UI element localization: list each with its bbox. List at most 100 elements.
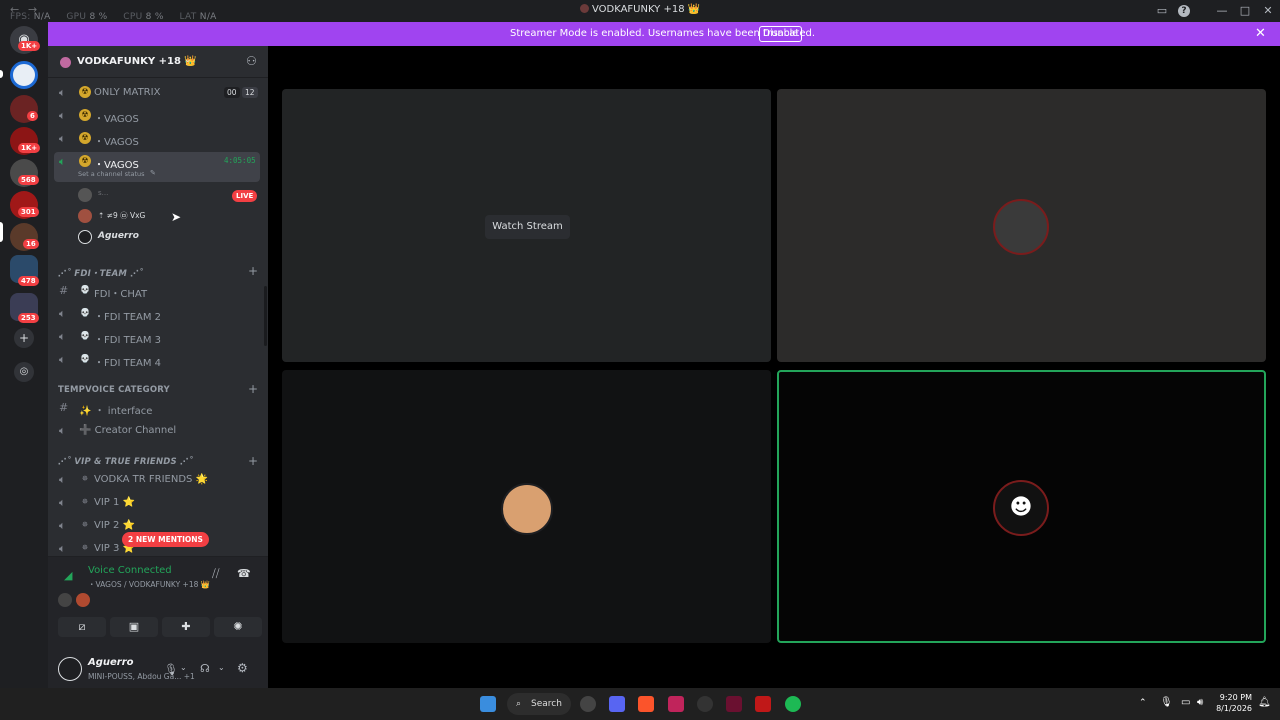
watch-stream-button[interactable]: Watch Stream bbox=[485, 215, 570, 239]
headphones-icon[interactable]: ☊ bbox=[200, 662, 210, 675]
disable-streamer-button[interactable]: Disable bbox=[759, 26, 802, 42]
gear-icon[interactable]: ⚙ bbox=[237, 661, 248, 675]
inbox-icon[interactable]: ▭ bbox=[1154, 3, 1170, 19]
discord-avatar-icon: ☻ bbox=[993, 480, 1049, 536]
windows-start-icon[interactable] bbox=[480, 696, 496, 712]
discover-icon[interactable]: ◎ bbox=[14, 362, 34, 382]
minimize-icon[interactable]: — bbox=[1214, 3, 1230, 19]
soundboard-button[interactable]: ✺ bbox=[214, 617, 262, 637]
sparkle-icon: ✵ bbox=[81, 497, 89, 506]
channel-label: ・VAGOS bbox=[94, 160, 139, 171]
noise-suppression-icon[interactable]: ⧸⧸ bbox=[212, 567, 219, 581]
close-window-icon[interactable]: ✕ bbox=[1260, 3, 1276, 19]
voice-channel[interactable]: 🔈︎ 💀 ・FDI TEAM 4 bbox=[54, 350, 260, 370]
speaker-icon: 🔈︎ bbox=[59, 132, 66, 145]
sparkle-icon: ✵ bbox=[81, 520, 89, 529]
text-channel[interactable]: # ✨ ・ interface bbox=[54, 398, 260, 418]
tray-chevron-icon[interactable]: ⌃ bbox=[1139, 698, 1147, 708]
speaker-icon: 🔈︎ bbox=[59, 496, 66, 509]
voice-channel[interactable]: 🔈︎ ☢ ・VAGOS bbox=[54, 106, 260, 126]
channel-label: VODKA TR FRIENDS 🌟 bbox=[94, 474, 208, 485]
voice-channel[interactable]: 🔈︎ ✵ VODKA TR FRIENDS 🌟 bbox=[54, 470, 260, 490]
sidebar-scrollbar[interactable] bbox=[264, 286, 267, 346]
chevron-down-icon[interactable]: ⌄ bbox=[218, 663, 225, 672]
server-badge: 478 bbox=[18, 276, 39, 286]
voice-channel[interactable]: 🔈︎ 💀 ・FDI TEAM 2 bbox=[54, 304, 260, 324]
add-channel-icon[interactable]: + bbox=[248, 264, 258, 278]
user-avatar[interactable] bbox=[58, 657, 82, 681]
speaker-icon: 🔈︎ bbox=[59, 86, 66, 99]
tray-network-icon[interactable]: ▭ bbox=[1181, 697, 1190, 708]
voice-channel[interactable]: 🔈︎ ✵ VIP 1 ⭐ bbox=[54, 493, 260, 513]
participant-avatar bbox=[501, 483, 553, 535]
chevron-down-icon[interactable]: ⌄ bbox=[184, 55, 192, 65]
new-mentions-pill[interactable]: 2 NEW MENTIONS bbox=[122, 532, 209, 547]
speaking-participant-tile[interactable]: ☻ bbox=[777, 370, 1266, 643]
voice-connected-status[interactable]: Voice Connected bbox=[88, 565, 172, 576]
windows-taskbar: ⌕ Search ⌃ 🎙︎ ▭ 🔊︎ 9:20 PM 8/1/2026 🔔︎ bbox=[0, 688, 1280, 720]
disconnect-icon[interactable]: ☎ bbox=[237, 567, 251, 580]
add-member-icon[interactable]: ⚇ bbox=[246, 54, 257, 68]
chevron-down-icon[interactable]: ⌄ bbox=[180, 663, 187, 672]
tray-volume-icon[interactable]: 🔊︎ bbox=[1197, 697, 1203, 708]
voice-channel[interactable]: 🔈︎ ☢ ONLY MATRIX 00 12 bbox=[54, 83, 260, 103]
signal-icon[interactable]: ◢ bbox=[64, 569, 72, 582]
microphone-icon[interactable]: 🎙︎ bbox=[164, 663, 178, 676]
category-fdi-team[interactable]: ⋰˚ FDI・TEAM ⋰˚ bbox=[58, 267, 143, 279]
taskbar-search[interactable]: ⌕ Search bbox=[507, 693, 571, 715]
add-server-icon[interactable]: + bbox=[14, 328, 34, 348]
hashtag-icon: # bbox=[59, 284, 69, 297]
server-icon-bmw[interactable] bbox=[10, 61, 38, 89]
user-limit-max: 12 bbox=[242, 87, 258, 98]
activities-button[interactable]: ✚ bbox=[162, 617, 210, 637]
voice-member[interactable]: Aguerro bbox=[78, 227, 260, 247]
user-limit-counter: 00 bbox=[224, 87, 240, 98]
brave-browser-icon[interactable] bbox=[638, 696, 654, 712]
voice-channel[interactable]: 🔈︎ ➕ Creator Channel bbox=[54, 421, 260, 441]
discord-app-icon[interactable] bbox=[609, 696, 625, 712]
channel-emoji-icon: ☢ bbox=[79, 109, 91, 121]
active-voice-channel[interactable]: 🔈︎ ☢ ・VAGOS 4:05:05 Set a channel status… bbox=[54, 152, 260, 182]
screen-share-button[interactable]: ▣ bbox=[110, 617, 158, 637]
help-icon[interactable]: ? bbox=[1178, 5, 1190, 17]
taskbar-clock[interactable]: 9:20 PM 8/1/2026 bbox=[1216, 692, 1252, 714]
voice-channel[interactable]: 🔈︎ 💀 ・FDI TEAM 3 bbox=[54, 327, 260, 347]
pencil-icon[interactable]: ✎ bbox=[150, 169, 156, 177]
participant-tile[interactable] bbox=[777, 89, 1266, 362]
close-banner-icon[interactable]: ✕ bbox=[1255, 26, 1266, 41]
member-name: Aguerro bbox=[98, 231, 139, 241]
app-icon[interactable] bbox=[668, 696, 684, 712]
channel-status[interactable]: Set a channel status bbox=[78, 170, 145, 178]
member-name: ⇡ ≠9 ㉤ VxG bbox=[98, 211, 146, 220]
channel-sidebar: VODKAFUNKY +18 👑 ⌄ ⚇ 🔈︎ ☢ ONLY MATRIX 00… bbox=[48, 46, 268, 688]
participant-tile[interactable] bbox=[282, 370, 771, 643]
voice-location[interactable]: ・VAGOS / VODKAFUNKY +18 👑 bbox=[88, 579, 210, 590]
maximize-icon[interactable]: □ bbox=[1237, 3, 1253, 19]
text-channel[interactable]: # 💀 FDI・CHAT bbox=[54, 281, 260, 301]
username[interactable]: Aguerro bbox=[88, 657, 134, 668]
avatar bbox=[78, 188, 92, 202]
voice-member[interactable]: ⇡ ≠9 ㉤ VxG bbox=[78, 206, 260, 226]
hashtag-icon: # bbox=[59, 401, 69, 414]
channel-emoji-icon: ☢ bbox=[79, 155, 91, 167]
clock-time: 9:20 PM bbox=[1219, 693, 1252, 702]
add-channel-icon[interactable]: + bbox=[248, 382, 258, 396]
category-tempvoice[interactable]: TEMPVOICE CATEGORY bbox=[58, 385, 170, 395]
server-name: VODKAFUNKY +18 👑 bbox=[77, 56, 197, 67]
notification-bell-icon[interactable]: 🔔︎ bbox=[1258, 697, 1271, 708]
spotify-icon[interactable] bbox=[785, 696, 801, 712]
app-icon[interactable] bbox=[580, 696, 596, 712]
camera-off-button[interactable]: ⧄ bbox=[58, 617, 106, 637]
app-icon[interactable] bbox=[755, 696, 771, 712]
category-vip[interactable]: ⋰˚ VIP & TRUE FRIENDS ⋰˚ bbox=[58, 457, 193, 467]
app-icon[interactable] bbox=[697, 696, 713, 712]
participant-avatar[interactable] bbox=[58, 593, 72, 607]
voice-channel[interactable]: 🔈︎ ☢ ・VAGOS bbox=[54, 129, 260, 149]
channel-label: ・FDI TEAM 3 bbox=[94, 335, 162, 346]
add-channel-icon[interactable]: + bbox=[248, 454, 258, 468]
speaker-active-icon: 🔈︎ bbox=[59, 155, 66, 168]
server-header[interactable]: VODKAFUNKY +18 👑 ⌄ ⚇ bbox=[48, 46, 268, 78]
app-icon[interactable] bbox=[726, 696, 742, 712]
participant-avatar[interactable] bbox=[76, 593, 90, 607]
tray-mic-icon[interactable]: 🎙︎ bbox=[1160, 697, 1173, 708]
